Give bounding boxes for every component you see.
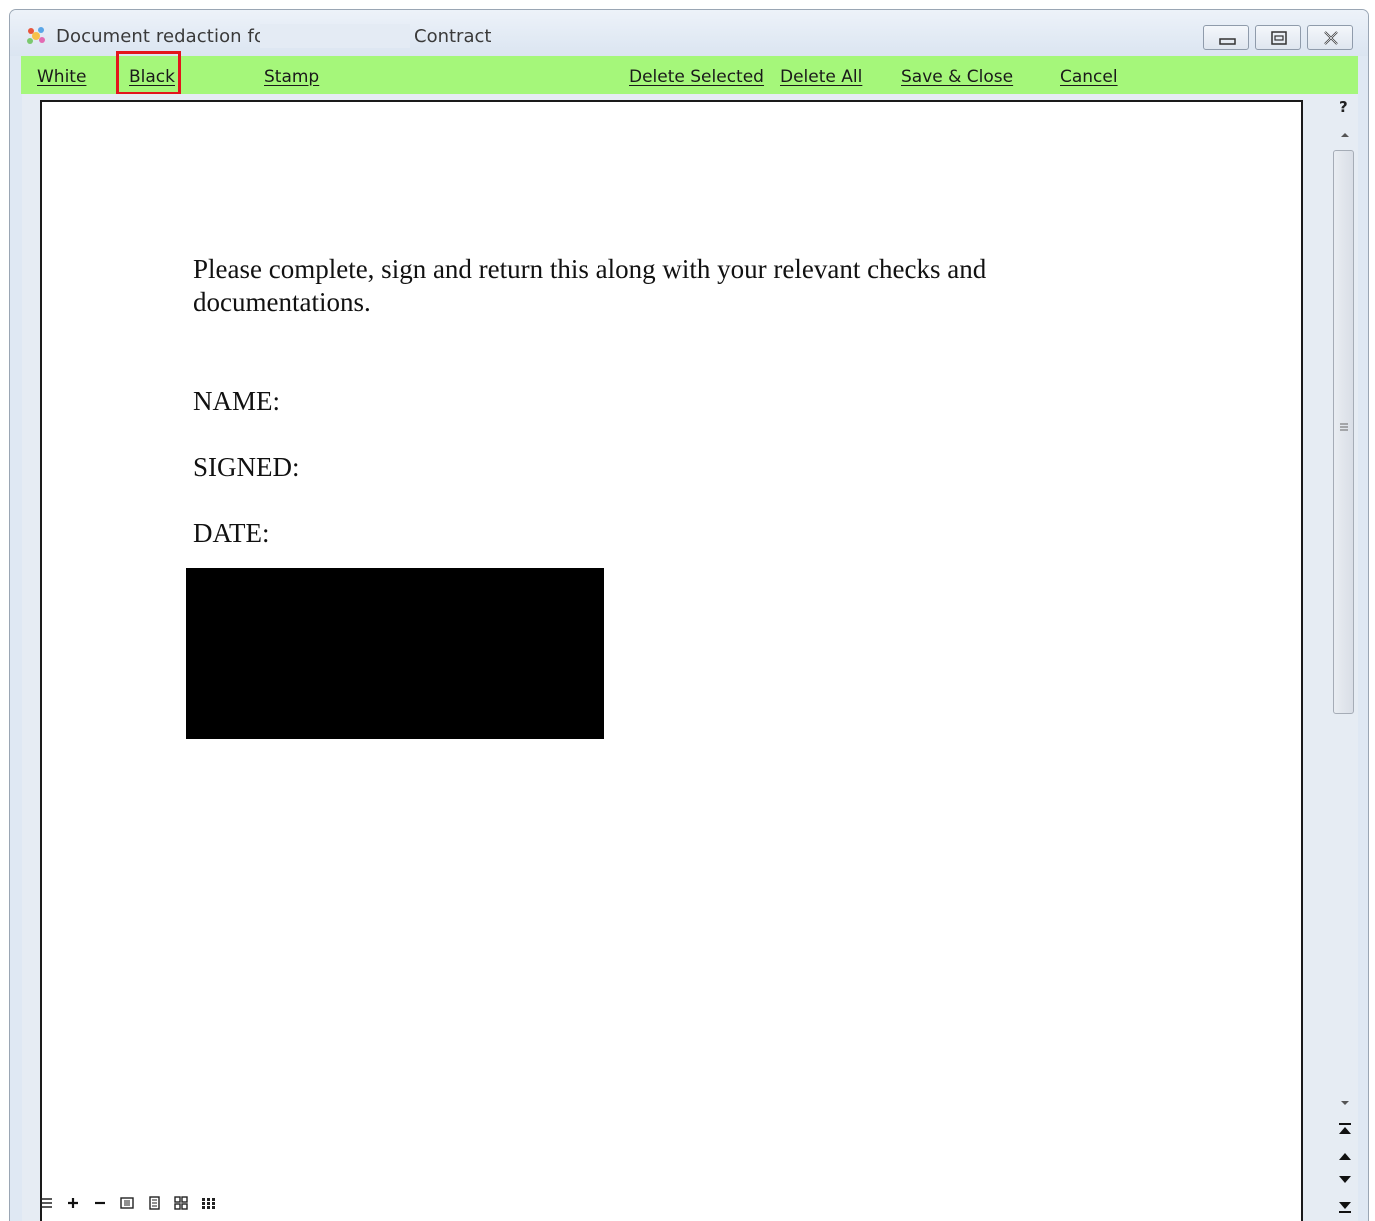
document-page[interactable]: Please complete, sign and return this al…: [40, 100, 1303, 1221]
signed-label: SIGNED:: [193, 452, 300, 482]
white-button[interactable]: White: [37, 67, 86, 87]
window-title-document: Contract: [414, 26, 492, 47]
first-page-icon[interactable]: [1337, 1122, 1353, 1136]
grip-icon: [1340, 423, 1348, 431]
title-bar: Document redaction for Contract: [10, 10, 1368, 56]
next-page-icon[interactable]: [1337, 1174, 1353, 1186]
document-viewer: Please complete, sign and return this al…: [22, 94, 1358, 1221]
black-redaction-box[interactable]: [186, 568, 604, 739]
save-close-button[interactable]: Save & Close: [901, 67, 1013, 87]
name-label: NAME:: [193, 386, 280, 416]
scroll-up-icon[interactable]: [1338, 130, 1352, 140]
thumbnails-icon[interactable]: [200, 1196, 216, 1210]
redaction-window: Document redaction for Contract White Bl…: [9, 9, 1369, 1221]
minimize-icon: [1219, 38, 1236, 45]
instruction-line-2: documentations.: [193, 287, 371, 317]
restore-button[interactable]: [1255, 25, 1301, 50]
close-button[interactable]: [1307, 25, 1353, 50]
zoom-in-icon[interactable]: [65, 1196, 81, 1210]
black-button[interactable]: Black: [129, 67, 175, 87]
instruction-line-1: Please complete, sign and return this al…: [193, 254, 987, 284]
help-icon[interactable]: ?: [1339, 98, 1348, 116]
menu-icon[interactable]: [38, 1196, 54, 1210]
delete-selected-button[interactable]: Delete Selected: [629, 67, 764, 87]
previous-page-icon[interactable]: [1337, 1150, 1353, 1162]
view-toolbar: [32, 1190, 232, 1218]
two-page-icon[interactable]: [173, 1196, 189, 1210]
app-icon: [27, 27, 45, 44]
title-redacted-name: [260, 24, 410, 48]
last-page-icon[interactable]: [1337, 1200, 1353, 1214]
date-label: DATE:: [193, 518, 270, 548]
close-icon: [1324, 31, 1338, 45]
cancel-button[interactable]: Cancel: [1060, 67, 1118, 87]
restore-icon: [1271, 31, 1287, 45]
window-title: Document redaction for: [56, 26, 273, 47]
minimize-button[interactable]: [1203, 25, 1249, 50]
zoom-out-icon[interactable]: [92, 1196, 108, 1210]
redaction-toolbar: White Black Stamp Delete Selected Delete…: [21, 51, 1358, 95]
scroll-down-icon[interactable]: [1338, 1098, 1352, 1108]
single-page-icon[interactable]: [146, 1196, 162, 1210]
fit-width-icon[interactable]: [119, 1196, 135, 1210]
scroll-thumb[interactable]: [1333, 150, 1354, 714]
delete-all-button[interactable]: Delete All: [780, 67, 862, 87]
stamp-button[interactable]: Stamp: [264, 67, 319, 87]
